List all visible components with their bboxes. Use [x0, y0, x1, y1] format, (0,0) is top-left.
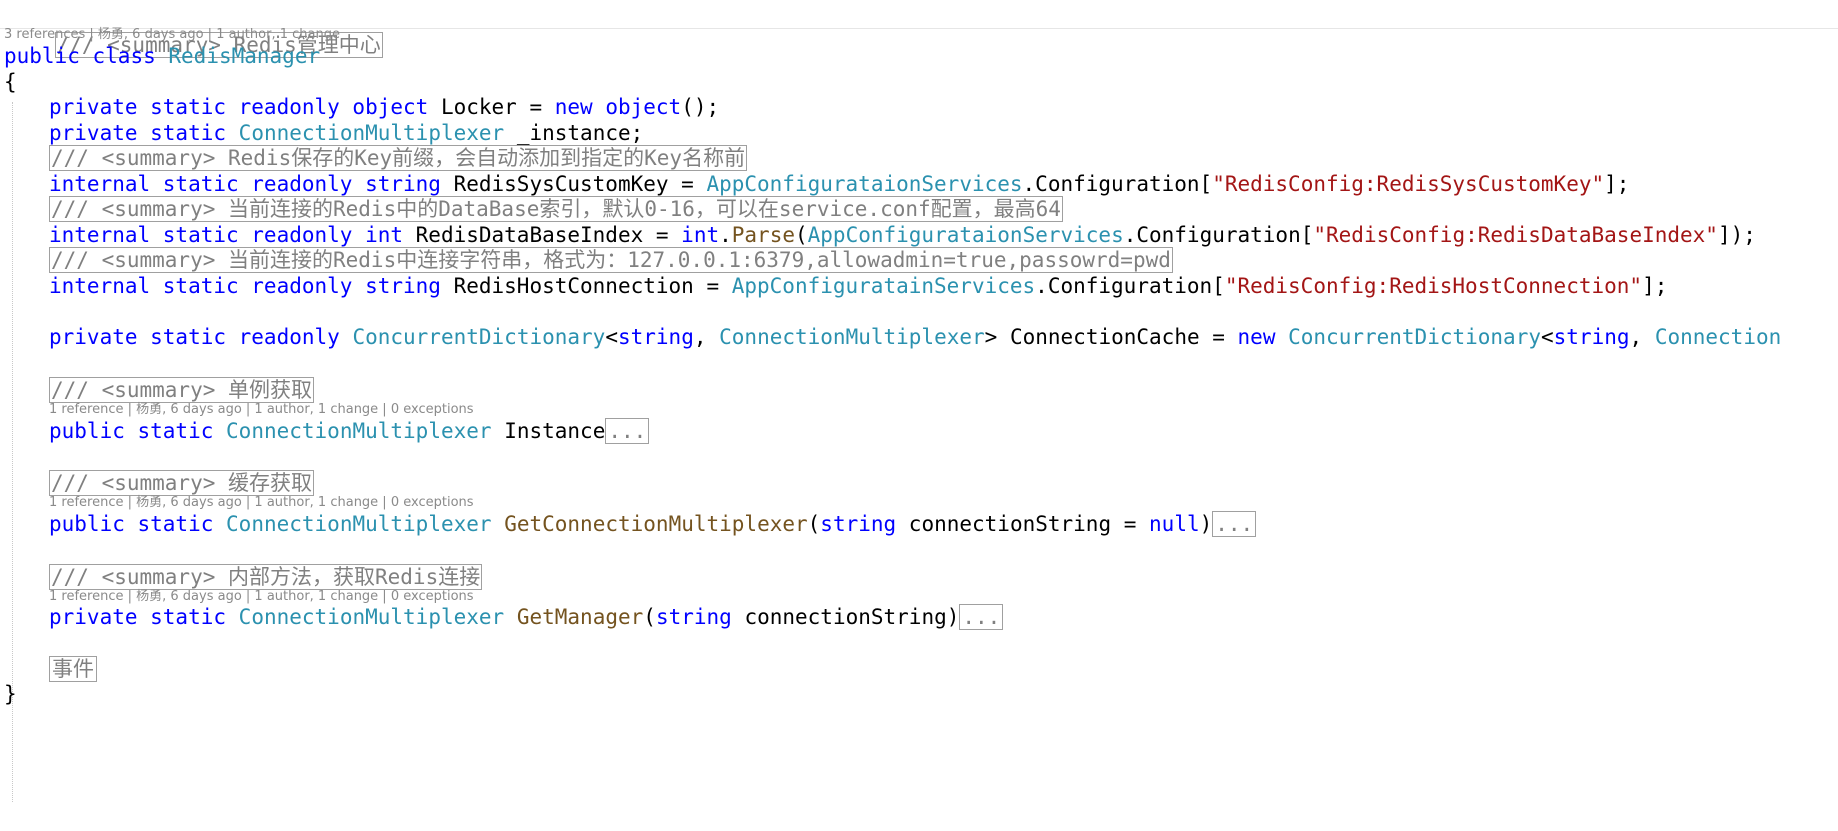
- codelens-class[interactable]: 3 references | 杨勇, 6 days ago | 1 author…: [4, 28, 340, 42]
- keyword: private static readonly: [49, 325, 340, 349]
- collapsed-doc-comment[interactable]: /// <summary> 当前连接的Redis中连接字符串，格式为：127.0…: [49, 247, 1173, 273]
- brace: }: [4, 682, 17, 706]
- type-name: AppConfigurataionServices: [706, 172, 1023, 196]
- collapsed-block-button[interactable]: ...: [959, 604, 1004, 630]
- type-name: ConnectionMultiplexer: [719, 325, 985, 349]
- code-line-connection-cache[interactable]: private static readonly ConcurrentDictio…: [49, 322, 1781, 352]
- member-access: .Configuration[: [1022, 172, 1213, 196]
- punct: .: [719, 223, 732, 247]
- code-line-summary-singleton[interactable]: /// <summary> 单例获取: [49, 375, 315, 405]
- punct: <: [605, 325, 618, 349]
- code-line-class-decl[interactable]: public class RedisManager: [4, 41, 320, 71]
- keyword: new: [1237, 325, 1276, 349]
- keyword: string: [820, 512, 897, 536]
- code-line-close-brace[interactable]: }: [4, 679, 17, 709]
- identifier: _instance;: [504, 121, 644, 145]
- keyword: private static: [49, 605, 227, 629]
- keyword: internal static readonly string: [49, 172, 441, 196]
- code-line-summary-cache[interactable]: /// <summary> 缓存获取: [49, 468, 315, 498]
- identifier: RedisSysCustomKey =: [440, 172, 707, 196]
- keyword: internal static readonly int: [49, 223, 404, 247]
- keyword: object: [605, 95, 682, 119]
- code-line-getconn[interactable]: public static ConnectionMultiplexer GetC…: [49, 509, 1257, 539]
- type-name: AppConfigurataionServices: [807, 223, 1124, 247]
- identifier: connectionString: [731, 605, 947, 629]
- class-name: RedisManager: [168, 44, 321, 68]
- punct: >: [984, 325, 998, 349]
- codelens-getconn[interactable]: 1 reference | 杨勇, 6 days ago | 1 author,…: [49, 496, 474, 510]
- punct: ): [1199, 512, 1213, 536]
- punct: =: [1111, 512, 1150, 536]
- string-literal: "RedisConfig:RedisDataBaseIndex": [1313, 223, 1718, 247]
- keyword: string: [655, 605, 732, 629]
- type-name: AppConfiguratainServices: [731, 274, 1036, 298]
- code-line-getmgr[interactable]: private static ConnectionMultiplexer Get…: [49, 602, 1004, 632]
- keyword: class: [92, 44, 156, 68]
- punct: (: [643, 605, 656, 629]
- identifier: ConnectionCache =: [997, 325, 1238, 349]
- member-access: .Configuration[: [1035, 274, 1225, 298]
- method-name: GetConnectionMultiplexer: [504, 512, 808, 536]
- string-literal: "RedisConfig:RedisHostConnection": [1224, 274, 1643, 298]
- punct: (: [807, 512, 821, 536]
- keyword: int: [681, 223, 720, 247]
- brace: {: [4, 70, 17, 94]
- type-name: ConcurrentDictionary: [352, 325, 606, 349]
- code-line-hostconn[interactable]: internal static readonly string RedisHos…: [49, 271, 1667, 301]
- collapsed-block-button[interactable]: ...: [605, 418, 650, 444]
- keyword: public static: [49, 512, 214, 536]
- keyword: new: [554, 95, 593, 119]
- identifier: RedisDataBaseIndex =: [403, 223, 682, 247]
- member-access: .Configuration[: [1123, 223, 1314, 247]
- punct: ,: [1629, 325, 1655, 349]
- punct: <: [1541, 325, 1554, 349]
- code-line-region[interactable]: 事件: [49, 654, 97, 684]
- type-name: Connection: [1654, 325, 1782, 349]
- type-name: ConcurrentDictionary: [1288, 325, 1541, 349]
- punct: (: [794, 223, 808, 247]
- collapsed-region-button[interactable]: 事件: [49, 656, 97, 682]
- punct: ];: [1642, 274, 1668, 298]
- keyword: private static readonly object: [49, 95, 429, 119]
- punct: ): [946, 605, 960, 629]
- collapsed-doc-comment[interactable]: /// <summary> 单例获取: [49, 377, 315, 403]
- code-editor[interactable]: /// <summary> Redis管理中心 3 references | 杨…: [0, 0, 1838, 831]
- collapsed-doc-comment[interactable]: /// <summary> Redis保存的Key前缀，会自动添加到指定的Key…: [49, 145, 748, 171]
- keyword: public: [4, 44, 80, 68]
- code-line-summary-class[interactable]: /// <summary> Redis管理中心: [4, 0, 383, 58]
- punct: ]);: [1717, 223, 1756, 247]
- keyword: public static: [49, 419, 214, 443]
- collapsed-block-button[interactable]: ...: [1212, 511, 1257, 537]
- identifier: connectionString: [896, 512, 1112, 536]
- collapsed-doc-comment[interactable]: /// <summary> 内部方法，获取Redis连接: [49, 564, 483, 590]
- keyword: string: [1553, 325, 1630, 349]
- string-literal: "RedisConfig:RedisSysCustomKey": [1212, 172, 1605, 196]
- collapsed-doc-comment[interactable]: /// <summary> 当前连接的Redis中的DataBase索引，默认0…: [49, 196, 1063, 222]
- type-name: ConnectionMultiplexer: [238, 605, 505, 629]
- punct: ,: [693, 325, 720, 349]
- keyword: internal static readonly string: [49, 274, 441, 298]
- code-line-open-brace[interactable]: {: [4, 67, 17, 97]
- identifier: Instance: [491, 419, 606, 443]
- code-line-summary-internal[interactable]: /// <summary> 内部方法，获取Redis连接: [49, 562, 483, 592]
- type-name: ConnectionMultiplexer: [226, 419, 492, 443]
- keyword: null: [1149, 512, 1200, 536]
- keyword: private static: [49, 121, 227, 145]
- type-name: ConnectionMultiplexer: [226, 512, 492, 536]
- punct: ();: [681, 95, 720, 119]
- method-name: GetManager: [516, 605, 644, 629]
- code-line-instance-prop[interactable]: public static ConnectionMultiplexer Inst…: [49, 416, 650, 446]
- method-name: Parse: [731, 223, 795, 247]
- identifier: Locker =: [428, 95, 555, 119]
- keyword: string: [617, 325, 694, 349]
- collapsed-doc-comment[interactable]: /// <summary> 缓存获取: [49, 470, 315, 496]
- type-name: ConnectionMultiplexer: [238, 121, 505, 145]
- codelens-instance[interactable]: 1 reference | 杨勇, 6 days ago | 1 author,…: [49, 403, 474, 417]
- identifier: RedisHostConnection =: [440, 274, 732, 298]
- punct: ];: [1604, 172, 1630, 196]
